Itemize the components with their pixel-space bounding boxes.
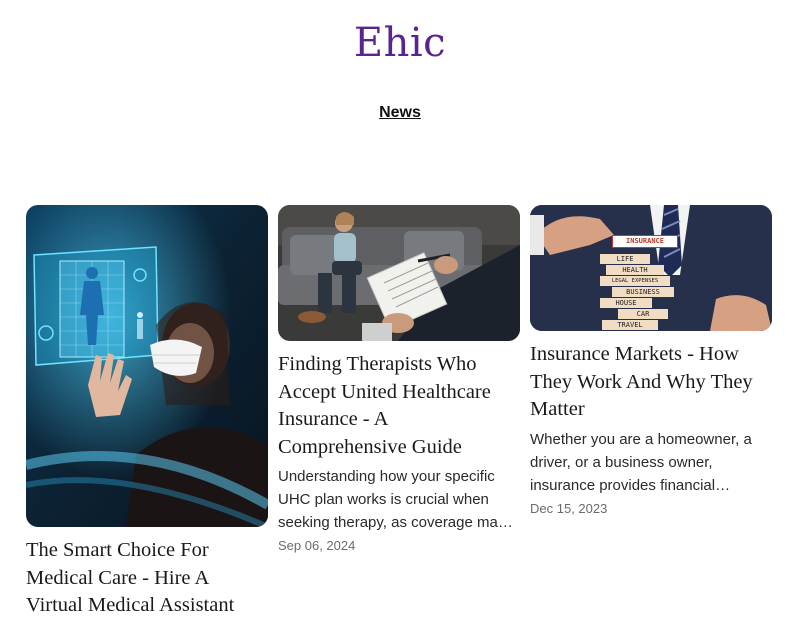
article-card-medical-assistant[interactable]: The Smart Choice For Medical Care - Hire… [26,205,268,624]
medical-scan-image[interactable] [26,205,268,527]
therapy-session-image[interactable] [278,205,520,341]
insurance-block: HEALTH [606,265,664,275]
article-date: Sep 06, 2024 [278,538,356,553]
insurance-block: BUSINESS [612,287,674,297]
article-title[interactable]: Finding Therapists Who Accept United Hea… [278,351,520,461]
article-excerpt: Understanding how your specific UHC plan… [278,468,506,531]
article-card-insurance-markets[interactable]: INSURANCE INSURANCE LIFE HEALTH LEGAL EX… [530,205,772,516]
insurance-blocks-stack: INSURANCE LIFE HEALTH LEGAL EXPENSES BUS… [600,235,690,330]
insurance-block: LEGAL EXPENSES [600,276,670,286]
article-excerpt: Whether you are a homeowner, a driver, o… [530,430,752,494]
insurance-block: INSURANCE [612,235,678,248]
insurance-block: LIFE [600,254,650,264]
insurance-block: TRAVEL [602,320,658,330]
article-title[interactable]: The Smart Choice For Medical Care - Hire… [26,537,268,620]
insurance-blocks-image[interactable]: INSURANCE INSURANCE LIFE HEALTH LEGAL EX… [530,205,772,331]
article-card-therapists[interactable]: Finding Therapists Who Accept United Hea… [278,205,520,553]
insurance-block: HOUSE [600,298,652,308]
article-title[interactable]: Insurance Markets - How They Work And Wh… [530,341,772,424]
site-title[interactable]: Ehic [0,18,800,68]
article-date: Dec 15, 2023 [530,500,608,516]
nav-link-news[interactable]: News [0,104,800,122]
insurance-block: CAR [618,309,668,319]
